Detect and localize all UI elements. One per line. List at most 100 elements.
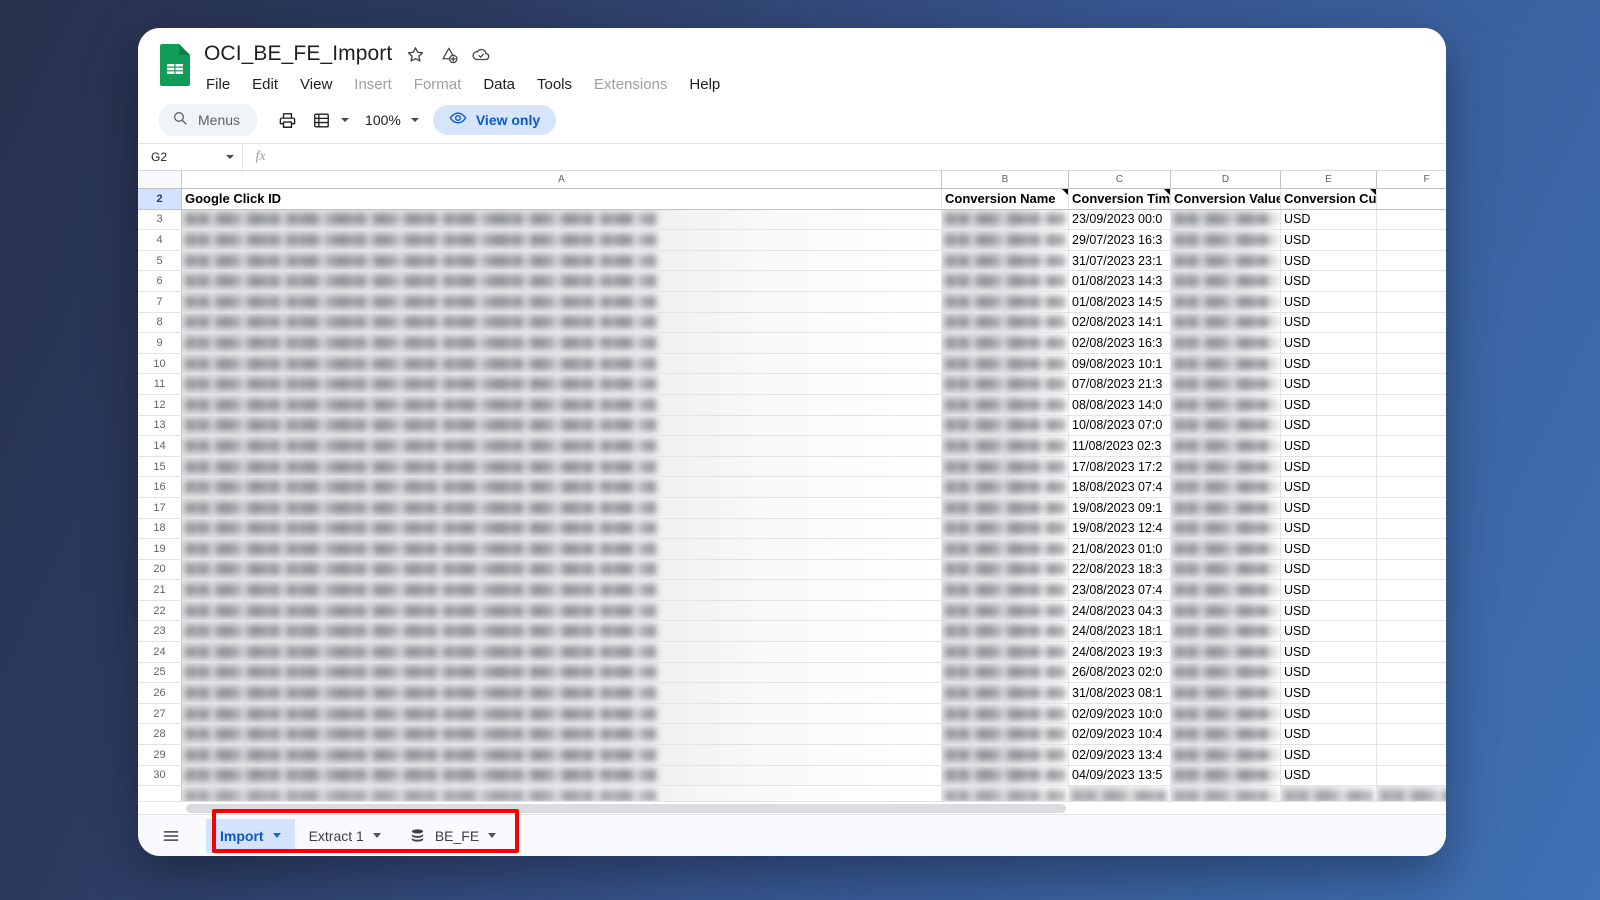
cell-A-redacted[interactable]: █▓█▒██▓▒██▓█▒█▓██▒▓██▓█▒██▓▒██▓█▒█▓██▒▓█… bbox=[182, 230, 942, 250]
cell-C[interactable]: 24/08/2023 04:3 bbox=[1069, 600, 1171, 621]
cell-B-redacted[interactable]: █▓█▒██▓▒██▓█▒█▓██▒▓██▓█▒██▓▒██▓█▒█▓██▒▓█… bbox=[942, 786, 1069, 801]
row-header-15[interactable]: 15 bbox=[138, 456, 182, 477]
cell-D-redacted[interactable]: █▓█▒██▓▒██▓█▒█▓██▒▓██▓█▒██▓▒██▓█▒█▓██▒▓█… bbox=[1171, 497, 1281, 518]
cell-E[interactable]: USD bbox=[1281, 600, 1377, 621]
cell-C[interactable]: 17/08/2023 17:2 bbox=[1069, 456, 1171, 477]
cell-A-redacted[interactable]: █▓█▒██▓▒██▓█▒█▓██▒▓██▓█▒██▓▒██▓█▒█▓██▒▓█… bbox=[182, 271, 942, 291]
cell-A-redacted[interactable]: █▓█▒██▓▒██▓█▒█▓██▒▓██▓█▒██▓▒██▓█▒█▓██▒▓█… bbox=[182, 683, 942, 703]
cell-F[interactable] bbox=[1377, 457, 1446, 477]
cell-C[interactable]: 02/09/2023 10:0 bbox=[1069, 703, 1171, 724]
cell-C[interactable]: 31/08/2023 08:1 bbox=[1069, 683, 1171, 703]
cell-C[interactable]: 08/08/2023 14:0 bbox=[1069, 394, 1171, 415]
name-box[interactable]: G2 bbox=[138, 144, 242, 170]
cell-B-redacted[interactable]: █▓█▒██▓▒██▓█▒█▓██▒▓██▓█▒██▓▒██▓█▒█▓██▒▓█… bbox=[942, 333, 1069, 353]
cell-C[interactable]: 22/08/2023 18:3 bbox=[1069, 559, 1171, 580]
cell-E[interactable]: USD bbox=[1281, 497, 1377, 518]
cell-C[interactable]: 19/08/2023 12:4 bbox=[1069, 518, 1171, 539]
row-header-25[interactable]: 25 bbox=[138, 662, 182, 683]
cell-F[interactable] bbox=[1377, 251, 1446, 271]
cell-D-redacted[interactable]: █▓█▒██▓▒██▓█▒█▓██▒▓██▓█▒██▓▒██▓█▒█▓██▒▓█… bbox=[1171, 745, 1281, 765]
row-header-24[interactable]: 24 bbox=[138, 642, 182, 662]
cell-B-redacted[interactable]: █▓█▒██▓▒██▓█▒█▓██▒▓██▓█▒██▓▒██▓█▒█▓██▒▓█… bbox=[942, 271, 1069, 291]
cell-F[interactable] bbox=[1377, 395, 1446, 415]
cell-C[interactable]: 23/08/2023 07:4 bbox=[1069, 580, 1171, 600]
cell-A-redacted[interactable]: █▓█▒██▓▒██▓█▒█▓██▒▓██▓█▒██▓▒██▓█▒█▓██▒▓█… bbox=[182, 786, 942, 801]
cell-B-redacted[interactable]: █▓█▒██▓▒██▓█▒█▓██▒▓██▓█▒██▓▒██▓█▒█▓██▒▓█… bbox=[942, 436, 1069, 456]
cell-A-redacted[interactable]: █▓█▒██▓▒██▓█▒█▓██▒▓██▓█▒██▓▒██▓█▒█▓██▒▓█… bbox=[182, 209, 942, 230]
cell-E[interactable]: USD bbox=[1281, 683, 1377, 703]
column-header-A[interactable]: A bbox=[182, 171, 942, 188]
cell-E-redacted[interactable]: █▓█▒██▓▒██▓█▒█▓██▒▓██▓█▒██▓▒██▓█▒█▓██▒▓█… bbox=[1281, 786, 1377, 801]
horizontal-scrollbar-thumb[interactable] bbox=[186, 803, 1066, 813]
cell-A-redacted[interactable]: █▓█▒██▓▒██▓█▒█▓██▒▓██▓█▒██▓▒██▓█▒█▓██▒▓█… bbox=[182, 580, 942, 600]
cell-D-redacted[interactable]: █▓█▒██▓▒██▓█▒█▓██▒▓██▓█▒██▓▒██▓█▒█▓██▒▓█… bbox=[1171, 477, 1281, 497]
cell-A-redacted[interactable]: █▓█▒██▓▒██▓█▒█▓██▒▓██▓█▒██▓▒██▓█▒█▓██▒▓█… bbox=[182, 724, 942, 745]
row-header-14[interactable]: 14 bbox=[138, 436, 182, 456]
cell-F[interactable] bbox=[1377, 436, 1446, 456]
zoom-level-value[interactable]: 100% bbox=[359, 112, 407, 128]
row-header-23[interactable]: 23 bbox=[138, 621, 182, 642]
cell-D-redacted[interactable]: █▓█▒██▓▒██▓█▒█▓██▒▓██▓█▒██▓▒██▓█▒█▓██▒▓█… bbox=[1171, 518, 1281, 539]
cell-F[interactable] bbox=[1377, 724, 1446, 744]
cell-B-redacted[interactable]: █▓█▒██▓▒██▓█▒█▓██▒▓██▓█▒██▓▒██▓█▒█▓██▒▓█… bbox=[942, 230, 1069, 250]
cell-F[interactable] bbox=[1377, 498, 1446, 518]
cell-F[interactable] bbox=[1377, 766, 1446, 786]
row-header-20[interactable]: 20 bbox=[138, 559, 182, 580]
cell-A-redacted[interactable]: █▓█▒██▓▒██▓█▒█▓██▒▓██▓█▒██▓▒██▓█▒█▓██▒▓█… bbox=[182, 250, 942, 271]
cell-B-redacted[interactable]: █▓█▒██▓▒██▓█▒█▓██▒▓██▓█▒██▓▒██▓█▒█▓██▒▓█… bbox=[942, 621, 1069, 642]
document-title[interactable]: OCI_BE_FE_Import bbox=[204, 42, 392, 66]
cell-C[interactable]: 21/08/2023 01:0 bbox=[1069, 539, 1171, 559]
row-header-13[interactable]: 13 bbox=[138, 415, 182, 436]
cell-D-redacted[interactable]: █▓█▒██▓▒██▓█▒█▓██▒▓██▓█▒██▓▒██▓█▒█▓██▒▓█… bbox=[1171, 353, 1281, 374]
cell-header-E[interactable]: Conversion Currency bbox=[1281, 189, 1377, 209]
cell-D-redacted[interactable]: █▓█▒██▓▒██▓█▒█▓██▒▓██▓█▒██▓▒██▓█▒█▓██▒▓█… bbox=[1171, 559, 1281, 580]
cell-B-redacted[interactable]: █▓█▒██▓▒██▓█▒█▓██▒▓██▓█▒██▓▒██▓█▒█▓██▒▓█… bbox=[942, 683, 1069, 703]
cell-E[interactable]: USD bbox=[1281, 662, 1377, 683]
cell-F-redacted[interactable]: █▓█▒██▓▒██▓█▒█▓██▒▓██▓█▒██▓▒██▓█▒█▓██▒▓█… bbox=[1377, 786, 1446, 801]
cell-D-redacted[interactable]: █▓█▒██▓▒██▓█▒█▓██▒▓██▓█▒██▓▒██▓█▒█▓██▒▓█… bbox=[1171, 333, 1281, 353]
zoom-caret-icon[interactable] bbox=[410, 118, 419, 122]
cell-D-redacted[interactable]: █▓█▒██▓▒██▓█▒█▓██▒▓██▓█▒██▓▒██▓█▒█▓██▒▓█… bbox=[1171, 724, 1281, 745]
cell-E[interactable]: USD bbox=[1281, 394, 1377, 415]
filter-views-caret-icon[interactable] bbox=[341, 118, 350, 122]
menu-tools[interactable]: Tools bbox=[535, 75, 574, 94]
cell-B-redacted[interactable]: █▓█▒██▓▒██▓█▒█▓██▒▓██▓█▒██▓▒██▓█▒█▓██▒▓█… bbox=[942, 724, 1069, 745]
cell-C[interactable]: 01/08/2023 14:3 bbox=[1069, 271, 1171, 291]
cell-header-F[interactable] bbox=[1377, 189, 1446, 209]
cell-B-redacted[interactable]: █▓█▒██▓▒██▓█▒█▓██▒▓██▓█▒██▓▒██▓█▒█▓██▒▓█… bbox=[942, 353, 1069, 374]
sheet-tab-caret-icon[interactable] bbox=[272, 833, 281, 838]
cell-D-redacted[interactable]: █▓█▒██▓▒██▓█▒█▓██▒▓██▓█▒██▓▒██▓█▒█▓██▒▓█… bbox=[1171, 374, 1281, 394]
cell-C[interactable]: 29/07/2023 16:3 bbox=[1069, 230, 1171, 250]
cell-D-redacted[interactable]: █▓█▒██▓▒██▓█▒█▓██▒▓██▓█▒██▓▒██▓█▒█▓██▒▓█… bbox=[1171, 291, 1281, 312]
cell-F[interactable] bbox=[1377, 519, 1446, 539]
cell-D-redacted[interactable]: █▓█▒██▓▒██▓█▒█▓██▒▓██▓█▒██▓▒██▓█▒█▓██▒▓█… bbox=[1171, 765, 1281, 786]
cell-C[interactable]: 10/08/2023 07:0 bbox=[1069, 415, 1171, 436]
cell-F[interactable] bbox=[1377, 560, 1446, 580]
cell-E[interactable]: USD bbox=[1281, 333, 1377, 353]
row-header-6[interactable]: 6 bbox=[138, 271, 182, 291]
cell-D-redacted[interactable]: █▓█▒██▓▒██▓█▒█▓██▒▓██▓█▒██▓▒██▓█▒█▓██▒▓█… bbox=[1171, 230, 1281, 250]
cell-F[interactable] bbox=[1377, 271, 1446, 291]
cell-E[interactable]: USD bbox=[1281, 271, 1377, 291]
cell-E[interactable]: USD bbox=[1281, 353, 1377, 374]
cell-B-redacted[interactable]: █▓█▒██▓▒██▓█▒█▓██▒▓██▓█▒██▓▒██▓█▒█▓██▒▓█… bbox=[942, 456, 1069, 477]
cell-C[interactable]: 23/09/2023 00:0 bbox=[1069, 209, 1171, 230]
row-header-18[interactable]: 18 bbox=[138, 518, 182, 539]
cell-D-redacted[interactable]: █▓█▒██▓▒██▓█▒█▓██▒▓██▓█▒██▓▒██▓█▒█▓██▒▓█… bbox=[1171, 662, 1281, 683]
cell-B-redacted[interactable]: █▓█▒██▓▒██▓█▒█▓██▒▓██▓█▒██▓▒██▓█▒█▓██▒▓█… bbox=[942, 559, 1069, 580]
cell-E[interactable]: USD bbox=[1281, 745, 1377, 765]
row-header-4[interactable]: 4 bbox=[138, 230, 182, 250]
cell-E[interactable]: USD bbox=[1281, 580, 1377, 600]
formula-input[interactable] bbox=[278, 144, 1446, 170]
all-sheets-hamburger-icon[interactable] bbox=[154, 821, 188, 851]
cell-B-redacted[interactable]: █▓█▒██▓▒██▓█▒█▓██▒▓██▓█▒██▓▒██▓█▒█▓██▒▓█… bbox=[942, 312, 1069, 333]
cell-A-redacted[interactable]: █▓█▒██▓▒██▓█▒█▓██▒▓██▓█▒██▓▒██▓█▒█▓██▒▓█… bbox=[182, 518, 942, 539]
sheet-tab-import[interactable]: Import bbox=[206, 818, 295, 853]
cell-D-redacted[interactable]: █▓█▒██▓▒██▓█▒█▓██▒▓██▓█▒██▓▒██▓█▒█▓██▒▓█… bbox=[1171, 312, 1281, 333]
cell-D-redacted[interactable]: █▓█▒██▓▒██▓█▒█▓██▒▓██▓█▒██▓▒██▓█▒█▓██▒▓█… bbox=[1171, 600, 1281, 621]
cell-F[interactable] bbox=[1377, 230, 1446, 250]
cell-E[interactable]: USD bbox=[1281, 518, 1377, 539]
select-all-corner[interactable] bbox=[138, 171, 182, 188]
cell-A-redacted[interactable]: █▓█▒██▓▒██▓█▒█▓██▒▓██▓█▒██▓▒██▓█▒█▓██▒▓█… bbox=[182, 374, 942, 394]
filter-views-icon[interactable] bbox=[306, 105, 336, 135]
